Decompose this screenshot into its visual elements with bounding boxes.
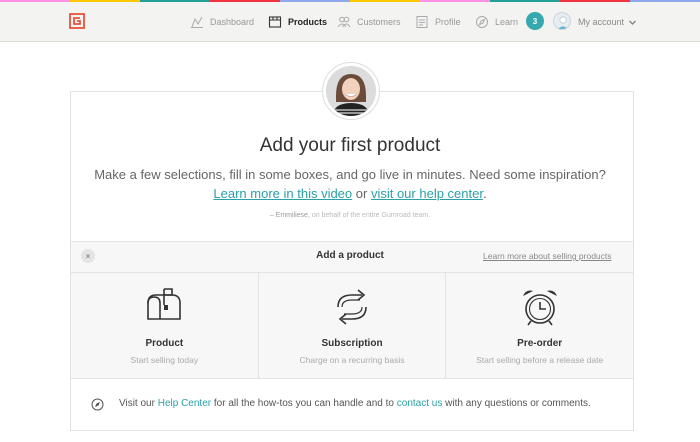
option-title: Subscription xyxy=(321,338,383,349)
period-text: . xyxy=(482,186,487,201)
nav-customers[interactable]: Customers xyxy=(337,2,401,42)
gumroad-logo-icon[interactable] xyxy=(69,13,85,29)
chart-icon xyxy=(191,16,203,28)
nav-learn[interactable]: Learn xyxy=(475,2,518,42)
option-product[interactable]: Product Start selling today xyxy=(71,273,258,378)
alarm-clock-icon xyxy=(522,290,557,326)
option-desc: Start selling before a release date xyxy=(476,355,604,365)
nav-products[interactable]: Products xyxy=(268,2,327,42)
learn-video-link[interactable]: Learn more in this video xyxy=(213,186,352,201)
mailbox-icon xyxy=(147,288,182,320)
help-prefix: Visit our xyxy=(119,398,158,409)
portrait-icon xyxy=(326,66,376,116)
notifications-badge[interactable]: 3 xyxy=(526,12,544,30)
account-avatar[interactable] xyxy=(553,12,571,30)
subtitle-text: Make a few selections, fill in some boxe… xyxy=(94,167,606,182)
option-preorder[interactable]: Pre-order Start selling before a release… xyxy=(445,273,633,378)
option-title: Product xyxy=(145,338,184,349)
or-text: or xyxy=(352,186,371,201)
help-middle: for all the how-tos you can handle and t… xyxy=(211,398,397,409)
option-desc: Charge on a recurring basis xyxy=(299,355,405,365)
contact-us-link[interactable]: contact us xyxy=(397,398,443,409)
recurring-arrows-icon xyxy=(337,289,367,325)
help-center-footer-link[interactable]: Help Center xyxy=(158,398,211,409)
page-title: Add your first product xyxy=(259,135,441,156)
signature: – Emmiliese, on behalf of the entire Gum… xyxy=(0,212,700,219)
my-account-menu[interactable]: My account xyxy=(578,2,637,42)
top-navigation-bar: Dashboard Products Customers Profile Lea… xyxy=(0,2,700,42)
account-label: My account xyxy=(578,17,625,27)
subtitle-links: Learn more in this video or visit our he… xyxy=(0,184,700,203)
product-type-options: Product Start selling today Subscription… xyxy=(71,273,633,379)
signature-name: – Emmiliese, xyxy=(269,212,310,219)
learn-selling-link[interactable]: Learn more about selling products xyxy=(483,251,612,261)
hero-subtitle: Make a few selections, fill in some boxe… xyxy=(0,165,700,203)
nav-profile[interactable]: Profile xyxy=(415,2,461,42)
chevron-down-icon xyxy=(629,20,637,25)
compass-icon xyxy=(476,16,488,28)
profile-icon xyxy=(416,16,428,28)
option-title: Pre-order xyxy=(517,338,563,349)
nav-label: Dashboard xyxy=(210,17,255,27)
option-subscription[interactable]: Subscription Charge on a recurring basis xyxy=(257,273,446,378)
compass-icon xyxy=(91,398,104,411)
users-icon xyxy=(337,16,351,28)
signature-rest: on behalf of the entire Gumroad team. xyxy=(309,212,431,219)
help-center-link[interactable]: visit our help center xyxy=(371,186,483,201)
nav-label: Profile xyxy=(435,17,461,27)
option-desc: Start selling today xyxy=(130,355,199,365)
nav-label: Learn xyxy=(495,17,519,27)
nav-label: Customers xyxy=(357,17,401,27)
nav-dashboard[interactable]: Dashboard xyxy=(190,2,254,42)
help-suffix: with any questions or comments. xyxy=(442,398,591,409)
box-icon xyxy=(268,16,282,28)
creator-avatar xyxy=(322,62,380,120)
help-footer-text: Visit our Help Center for all the how-to… xyxy=(119,398,591,409)
nav-label: Products xyxy=(288,17,328,27)
avatar-icon xyxy=(557,16,569,29)
